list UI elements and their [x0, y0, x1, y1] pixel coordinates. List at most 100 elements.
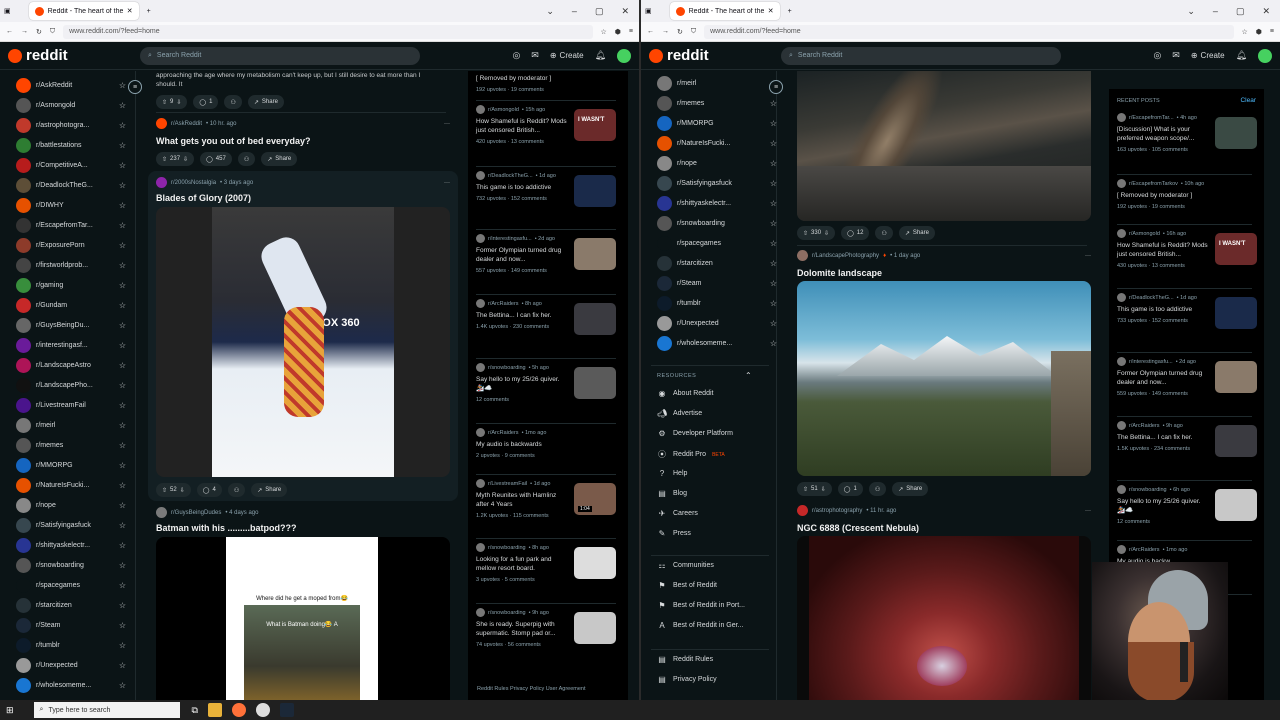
firefox-icon[interactable]: [231, 703, 246, 717]
sidebar-community[interactable]: r/memes ☆: [16, 437, 126, 453]
chevron-down-icon[interactable]: ⌄: [546, 6, 554, 17]
post-card[interactable]: r/astrophotography • 11 hr. ago ··· NGC 68…: [789, 505, 1099, 700]
star-icon[interactable]: ☆: [770, 279, 777, 288]
recent-post-thumbnail[interactable]: [1215, 425, 1257, 457]
recent-post-subreddit[interactable]: r/Asmongold: [488, 107, 519, 113]
recent-post-title[interactable]: How Shameful is Reddit? Mods just censor…: [476, 117, 568, 135]
avatar[interactable]: [617, 48, 631, 63]
resource-link[interactable]: ✈ Careers: [657, 509, 698, 518]
recent-post-thumbnail[interactable]: [1215, 297, 1257, 329]
award-button[interactable]: ⚇: [227, 483, 246, 497]
star-icon[interactable]: ☆: [770, 139, 777, 148]
sidebar-community[interactable]: r/wholesomeme... ☆: [657, 335, 777, 351]
resource-link[interactable]: ? Help: [657, 469, 688, 478]
recent-post-subreddit[interactable]: r/ArcRaiders: [1129, 547, 1160, 553]
recent-post[interactable]: [ Removed by moderator ] 192 upvotes · 19…: [476, 71, 616, 93]
post-subreddit[interactable]: r/GuysBeingDudes: [171, 510, 221, 516]
steam-icon[interactable]: [279, 703, 294, 717]
sidebar-community[interactable]: r/LandscapePho... ☆: [16, 377, 126, 393]
comments-button[interactable]: ◯ 1: [837, 482, 863, 496]
recent-post-title[interactable]: How Shameful is Reddit? Mods just censor…: [1117, 241, 1209, 259]
sidebar-community[interactable]: r/meirl ☆: [16, 417, 126, 433]
recent-post[interactable]: r/ArcRaiders • 8h ago The Bettina... I can…: [476, 299, 616, 335]
downvote-icon[interactable]: ⇩: [180, 487, 185, 494]
sidebar-community[interactable]: r/Satisfyingasfuck ☆: [657, 175, 777, 191]
menu-icon[interactable]: ≡: [629, 28, 633, 35]
ads-icon[interactable]: ◎: [1153, 50, 1161, 61]
recent-post-thumbnail[interactable]: I WASN'T: [1215, 233, 1257, 265]
star-icon[interactable]: ☆: [770, 219, 777, 228]
back-icon[interactable]: ←: [6, 28, 13, 35]
tab-list-icon[interactable]: ▣: [645, 7, 652, 15]
create-button[interactable]: ⊕ Create: [550, 51, 584, 60]
star-icon[interactable]: ☆: [119, 621, 126, 630]
dolomite-image[interactable]: [797, 281, 1091, 476]
recent-post[interactable]: r/Asmongold • 16h ago How Shameful is Redd…: [1117, 229, 1257, 269]
new-tab-icon[interactable]: +: [788, 8, 792, 15]
star-icon[interactable]: ☆: [119, 361, 126, 370]
sidebar-community[interactable]: r/NatureIsFucki... ☆: [657, 135, 777, 151]
sidebar-community[interactable]: r/MMORPG ☆: [657, 115, 777, 131]
sidebar-community[interactable]: r/Asmongold ☆: [16, 97, 126, 113]
sidebar-community[interactable]: r/CompetitiveA... ☆: [16, 157, 126, 173]
recent-post-subreddit[interactable]: r/interestingasfu...: [488, 236, 532, 242]
star-icon[interactable]: ☆: [119, 121, 126, 130]
maximize-icon[interactable]: ▢: [1236, 6, 1245, 17]
upvote-icon[interactable]: ⇧: [162, 487, 167, 494]
post-image[interactable]: XBOX 360: [156, 207, 450, 477]
star-icon[interactable]: ☆: [119, 421, 126, 430]
maximize-icon[interactable]: ▢: [595, 6, 604, 17]
post-card[interactable]: r/GuysBeingDudes • 4 days ago Batman with…: [148, 507, 458, 700]
close-tab-icon[interactable]: ✕: [768, 7, 774, 15]
recent-post[interactable]: r/LivestreamFail • 1d ago Myth Reunites wi…: [476, 479, 616, 519]
post-title[interactable]: NGC 6888 (Crescent Nebula): [789, 523, 1099, 533]
sidebar-community[interactable]: r/starcitizen ☆: [657, 255, 777, 271]
sidebar-community[interactable]: r/spacegames ☆: [16, 577, 126, 593]
recent-post-title[interactable]: The Bettina... I can fix her.: [1117, 433, 1209, 442]
recent-post-title[interactable]: Say hello to my 25/26 quiver. 🏂☁️: [476, 375, 568, 393]
sidebar-community[interactable]: r/shittyaskelectr... ☆: [16, 537, 126, 553]
sidebar-community[interactable]: r/DIWHY ☆: [16, 197, 126, 213]
star-icon[interactable]: ☆: [119, 401, 126, 410]
resource-link[interactable]: ⦿ Reddit Pro BETA: [657, 449, 725, 460]
downvote-icon[interactable]: ⇩: [821, 486, 826, 493]
recent-post-thumbnail[interactable]: [1215, 489, 1257, 521]
star-icon[interactable]: ☆: [119, 601, 126, 610]
footer-links[interactable]: Reddit Rules Privacy Policy User Agreeme…: [477, 686, 586, 692]
sidebar-community[interactable]: r/MMORPG ☆: [16, 457, 126, 473]
post-subreddit[interactable]: r/2000sNostalgia: [171, 180, 216, 186]
recent-post-thumbnail[interactable]: [574, 175, 616, 207]
extension-icon[interactable]: ⬢: [1256, 28, 1262, 36]
sidebar-community[interactable]: r/NatureIsFucki... ☆: [16, 477, 126, 493]
recent-post[interactable]: r/snowboarding • 8h ago Looking for a fun …: [476, 543, 616, 583]
clear-button[interactable]: Clear: [1240, 97, 1256, 104]
recent-post-title[interactable]: My audio is backwards: [476, 440, 568, 449]
sidebar-toggle-icon[interactable]: ≡: [769, 80, 783, 94]
downvote-icon[interactable]: ⇩: [183, 156, 188, 163]
vote-button[interactable]: ⇧ 52 ⇩: [156, 483, 191, 497]
back-icon[interactable]: ←: [647, 28, 654, 35]
star-icon[interactable]: ☆: [770, 199, 777, 208]
chat-icon[interactable]: ✉: [1172, 50, 1180, 61]
resources-heading[interactable]: RESOURCES: [657, 373, 696, 379]
sidebar-community[interactable]: r/Gundam ☆: [16, 297, 126, 313]
recent-post-subreddit[interactable]: r/snowboarding: [488, 610, 526, 616]
upvote-icon[interactable]: ⇧: [162, 156, 167, 163]
obs-icon[interactable]: [255, 703, 270, 717]
star-icon[interactable]: ☆: [119, 441, 126, 450]
windows-start-icon[interactable]: ⊞: [6, 705, 14, 716]
sidebar-community[interactable]: r/battlestations ☆: [16, 137, 126, 153]
task-view-icon[interactable]: ⧉: [192, 705, 198, 716]
sidebar-community[interactable]: r/DeadlockTheG... ☆: [16, 177, 126, 193]
recent-post[interactable]: r/interestingasfu... • 2d ago Former Olymp…: [1117, 357, 1257, 397]
sidebar-community[interactable]: r/starcitizen ☆: [16, 597, 126, 613]
recent-post-thumbnail[interactable]: [1215, 117, 1257, 149]
recent-post-thumbnail[interactable]: [574, 547, 616, 579]
sidebar-community[interactable]: r/nope ☆: [657, 155, 777, 171]
sidebar-community[interactable]: r/tumblr ☆: [16, 637, 126, 653]
recent-post[interactable]: r/ArcRaiders • 9h ago The Bettina... I can…: [1117, 421, 1257, 457]
sidebar-community[interactable]: r/tumblr ☆: [657, 295, 777, 311]
share-button[interactable]: ↗ Share: [892, 482, 929, 496]
resource-link[interactable]: ⚑ Best of Reddit in Port...: [657, 601, 745, 610]
reload-icon[interactable]: ↻: [677, 28, 683, 36]
